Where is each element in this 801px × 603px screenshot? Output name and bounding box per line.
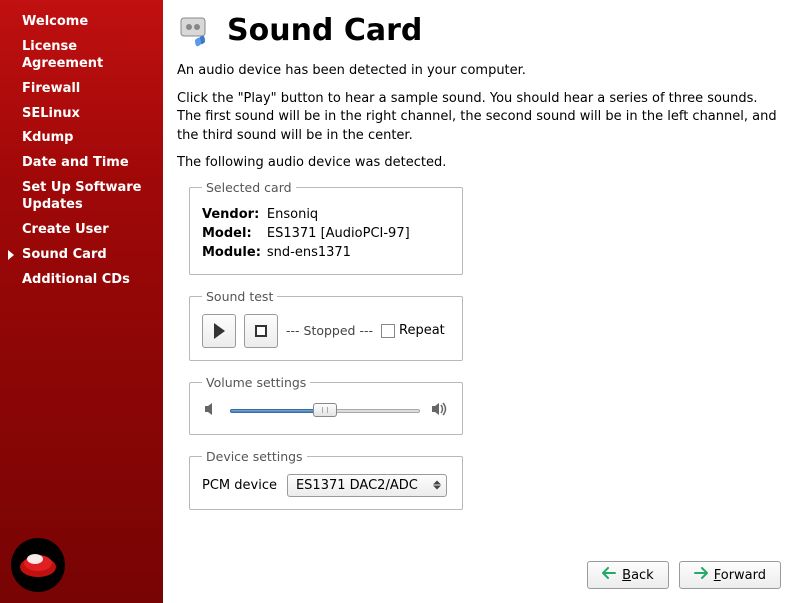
selected-card-group: Selected card Vendor: Ensoniq Model: ES1… — [189, 180, 463, 275]
play-icon — [214, 323, 225, 339]
stop-icon — [255, 325, 267, 337]
sidebar-item-sound-card[interactable]: Sound Card — [0, 243, 163, 268]
back-button[interactable]: Back — [587, 561, 669, 589]
back-label: Back — [622, 568, 654, 583]
model-label: Model: — [202, 224, 267, 243]
volume-slider[interactable] — [230, 402, 420, 420]
module-row: Module: snd-ens1371 — [202, 243, 416, 262]
sidebar-item-create-user[interactable]: Create User — [0, 218, 163, 243]
arrow-left-icon — [602, 567, 616, 583]
vendor-label: Vendor: — [202, 205, 267, 224]
sidebar-item-selinux[interactable]: SELinux — [0, 102, 163, 127]
sidebar-item-kdump[interactable]: Kdump — [0, 126, 163, 151]
model-value: ES1371 [AudioPCI-97] — [267, 224, 416, 243]
sidebar-item-date-time[interactable]: Date and Time — [0, 151, 163, 176]
intro-following: The following audio device was detected. — [177, 155, 781, 170]
repeat-label: Repeat — [399, 323, 445, 338]
sidebar-item-welcome[interactable]: Welcome — [0, 10, 163, 35]
device-group: Device settings PCM device ES1371 DAC2/A… — [189, 449, 463, 510]
play-button[interactable] — [202, 314, 236, 348]
module-label: Module: — [202, 243, 267, 262]
pcm-device-select[interactable]: ES1371 DAC2/ADC — [287, 474, 447, 497]
vendor-value: Ensoniq — [267, 205, 416, 224]
sound-test-group: Sound test --- Stopped --- Repeat — [189, 289, 463, 361]
speaker-high-icon — [430, 400, 450, 422]
main-content: Sound Card An audio device has been dete… — [163, 0, 801, 603]
module-value: snd-ens1371 — [267, 243, 416, 262]
speaker-low-icon — [202, 400, 220, 422]
page-header: Sound Card — [177, 10, 781, 50]
footer-nav: Back Forward — [587, 561, 781, 589]
page-title: Sound Card — [227, 13, 422, 48]
redhat-logo-icon — [10, 537, 66, 593]
sound-test-legend: Sound test — [202, 289, 277, 304]
slider-thumb[interactable] — [313, 403, 337, 417]
pcm-device-label: PCM device — [202, 478, 277, 493]
intro-instructions: Click the "Play" button to hear a sample… — [177, 90, 781, 145]
sidebar: Welcome License Agreement Firewall SELin… — [0, 0, 163, 603]
stop-button[interactable] — [244, 314, 278, 348]
intro-detected: An audio device has been detected in you… — [177, 62, 781, 80]
selected-card-legend: Selected card — [202, 180, 296, 195]
sound-test-status: --- Stopped --- — [286, 323, 373, 338]
model-row: Model: ES1371 [AudioPCI-97] — [202, 224, 416, 243]
pcm-device-value: ES1371 DAC2/ADC — [296, 478, 418, 493]
sidebar-item-license[interactable]: License Agreement — [0, 35, 163, 77]
vendor-row: Vendor: Ensoniq — [202, 205, 416, 224]
checkbox-icon — [381, 324, 395, 338]
sidebar-item-updates[interactable]: Set Up Software Updates — [0, 176, 163, 218]
arrow-right-icon — [694, 567, 708, 583]
volume-legend: Volume settings — [202, 375, 310, 390]
sidebar-item-firewall[interactable]: Firewall — [0, 77, 163, 102]
volume-group: Volume settings — [189, 375, 463, 435]
spinner-arrows-icon — [433, 481, 441, 490]
forward-button[interactable]: Forward — [679, 561, 781, 589]
sidebar-item-additional-cds[interactable]: Additional CDs — [0, 268, 163, 293]
device-legend: Device settings — [202, 449, 307, 464]
repeat-checkbox[interactable]: Repeat — [381, 323, 445, 338]
slider-fill — [230, 409, 325, 413]
sound-card-icon — [177, 10, 217, 50]
forward-label: Forward — [714, 568, 766, 583]
